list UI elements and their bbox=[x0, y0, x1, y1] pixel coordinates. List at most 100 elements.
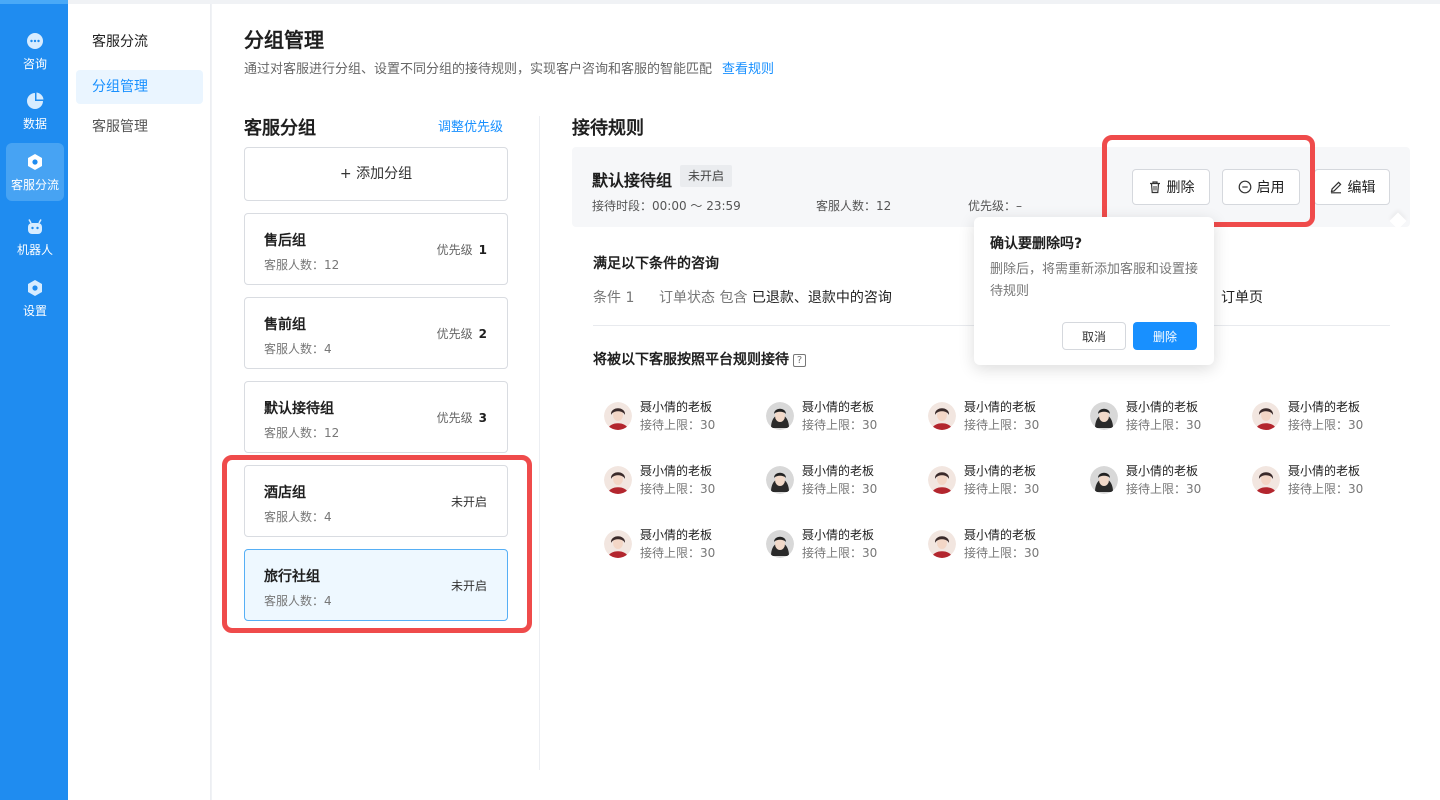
status-badge: 未开启 bbox=[680, 165, 733, 187]
agent-item: 聂小倩的老板 接待上限：30 bbox=[1090, 462, 1230, 502]
nav-label: 客服分流 bbox=[10, 177, 59, 192]
group-priority: 优先级 1 bbox=[437, 241, 487, 258]
rule-time: 接待时段：00:00 ～ 23:59 bbox=[592, 199, 741, 213]
group-count: 客服人数：12 bbox=[264, 258, 340, 272]
agent-item: 聂小倩的老板 接待上限：30 bbox=[604, 526, 744, 566]
agent-item: 聂小倩的老板 接待上限：30 bbox=[928, 398, 1068, 438]
edit-button-label: 编辑 bbox=[1347, 180, 1376, 196]
agent-name: 聂小倩的老板 bbox=[1126, 400, 1199, 414]
nav-item-consult[interactable]: 咨询 bbox=[6, 22, 64, 80]
group-count: 客服人数：4 bbox=[264, 342, 332, 356]
group-priority-label: 优先级 bbox=[436, 327, 473, 341]
nav-label: 咨询 bbox=[22, 56, 47, 71]
agent-name: 聂小倩的老板 bbox=[1288, 400, 1361, 414]
rules-title: 接待规则 bbox=[572, 118, 644, 139]
group-priority: 优先级 2 bbox=[437, 325, 487, 342]
nav-item-routing[interactable]: 客服分流 bbox=[6, 143, 64, 201]
adjust-priority-link[interactable]: 调整优先级 bbox=[438, 116, 503, 135]
agent-item: 聂小倩的老板 接待上限：30 bbox=[766, 462, 906, 502]
group-card-after-sales[interactable]: 售后组 客服人数：12 优先级 1 bbox=[244, 213, 508, 285]
rule-group-name: 默认接待组 bbox=[592, 171, 673, 190]
nav-item-data[interactable]: 数据 bbox=[6, 82, 64, 140]
agent-name: 聂小倩的老板 bbox=[802, 528, 875, 542]
agent-item: 聂小倩的老板 接待上限：30 bbox=[1252, 462, 1392, 502]
view-rules-link[interactable]: 查看规则 bbox=[722, 62, 774, 77]
agent-item: 聂小倩的老板 接待上限：30 bbox=[766, 526, 906, 566]
avatar bbox=[928, 402, 956, 430]
highlight-box-groups bbox=[222, 455, 532, 633]
group-name: 售前组 bbox=[264, 317, 306, 333]
agent-limit: 接待上限：30 bbox=[1126, 418, 1202, 432]
page-description-text: 通过对客服进行分组、设置不同分组的接待规则，实现客户咨询和客服的智能匹配 bbox=[244, 62, 713, 77]
nav-label: 机器人 bbox=[16, 242, 53, 257]
agent-name: 聂小倩的老板 bbox=[1126, 464, 1199, 478]
avatar bbox=[766, 530, 794, 558]
conditions-title: 满足以下条件的咨询 bbox=[593, 256, 719, 272]
column-divider bbox=[539, 116, 540, 770]
agent-item: 聂小倩的老板 接待上限：30 bbox=[766, 398, 906, 438]
condition-text: 订单状态 包含 已退款、退款中的咨询 bbox=[659, 287, 892, 307]
agent-item: 聂小倩的老板 接待上限：30 bbox=[1090, 398, 1230, 438]
condition-label: 条件 1 bbox=[593, 290, 635, 306]
group-card-default[interactable]: 默认接待组 客服人数：12 优先级 3 bbox=[244, 381, 508, 453]
group-priority: 优先级 3 bbox=[437, 409, 487, 426]
rule-agent-count: 客服人数：12 bbox=[816, 199, 892, 213]
popconfirm-cancel-button[interactable]: 取消 bbox=[1062, 322, 1126, 350]
agent-name: 聂小倩的老板 bbox=[1288, 464, 1361, 478]
popconfirm-confirm-button[interactable]: 删除 bbox=[1133, 322, 1197, 350]
avatar bbox=[1090, 402, 1118, 430]
condition-prefix: 订单状态 包含 bbox=[659, 290, 748, 306]
help-icon[interactable]: ? bbox=[793, 354, 806, 367]
group-priority-value: 2 bbox=[478, 327, 487, 341]
highlight-box-actions bbox=[1102, 135, 1315, 227]
agent-limit: 接待上限：30 bbox=[1126, 482, 1202, 496]
edit-button[interactable]: 编辑 bbox=[1314, 169, 1390, 205]
sub-nav-item-group-management[interactable]: 分组管理 bbox=[76, 70, 203, 104]
condition-value: 已退款、退款中的咨询 bbox=[751, 290, 892, 306]
avatar bbox=[1252, 402, 1280, 430]
chat-bubble-icon bbox=[25, 31, 45, 51]
avatar bbox=[928, 530, 956, 558]
icon-nav: 咨询 数据 客服分流 机器人 设置 bbox=[0, 0, 68, 800]
group-priority-label: 优先级 bbox=[436, 243, 473, 257]
agent-item: 聂小倩的老板 接待上限：30 bbox=[928, 526, 1068, 566]
delete-popconfirm: 确认要删除吗? 删除后，将需重新添加客服和设置接待规则 取消 删除 bbox=[974, 217, 1214, 365]
group-priority-label: 优先级 bbox=[436, 411, 473, 425]
groups-title: 客服分组 bbox=[244, 118, 316, 139]
condition-tail: 订单页 bbox=[1221, 290, 1263, 306]
group-count: 客服人数：12 bbox=[264, 426, 340, 440]
agent-limit: 接待上限：30 bbox=[640, 418, 716, 432]
group-card-pre-sales[interactable]: 售前组 客服人数：4 优先级 2 bbox=[244, 297, 508, 369]
agent-name: 聂小倩的老板 bbox=[964, 400, 1037, 414]
routing-icon bbox=[25, 152, 45, 172]
rule-priority: 优先级：– bbox=[968, 199, 1023, 213]
avatar bbox=[766, 402, 794, 430]
sub-nav-item-agent-management[interactable]: 客服管理 bbox=[76, 110, 203, 144]
agent-item: 聂小倩的老板 接待上限：30 bbox=[928, 462, 1068, 502]
agent-limit: 接待上限：30 bbox=[802, 482, 878, 496]
avatar bbox=[604, 530, 632, 558]
group-name: 默认接待组 bbox=[264, 401, 334, 417]
agent-name: 聂小倩的老板 bbox=[640, 528, 713, 542]
avatar bbox=[604, 466, 632, 494]
agent-limit: 接待上限：30 bbox=[964, 482, 1040, 496]
agent-name: 聂小倩的老板 bbox=[964, 464, 1037, 478]
avatar bbox=[928, 466, 956, 494]
robot-icon bbox=[25, 217, 45, 237]
agent-name: 聂小倩的老板 bbox=[640, 400, 713, 414]
agent-limit: 接待上限：30 bbox=[802, 546, 878, 560]
agent-name: 聂小倩的老板 bbox=[964, 528, 1037, 542]
nav-label: 数据 bbox=[22, 116, 47, 131]
group-priority-value: 1 bbox=[478, 243, 487, 257]
gear-icon bbox=[25, 278, 45, 298]
group-priority-value: 3 bbox=[478, 411, 487, 425]
agent-limit: 接待上限：30 bbox=[964, 546, 1040, 560]
nav-item-robot[interactable]: 机器人 bbox=[6, 208, 64, 266]
sub-nav-title: 客服分流 bbox=[92, 34, 148, 50]
add-group-button[interactable]: + 添加分组 bbox=[244, 147, 508, 201]
agent-limit: 接待上限：30 bbox=[640, 482, 716, 496]
nav-item-settings[interactable]: 设置 bbox=[6, 269, 64, 327]
page-description: 通过对客服进行分组、设置不同分组的接待规则，实现客户咨询和客服的智能匹配 查看规则 bbox=[244, 58, 774, 77]
agent-name: 聂小倩的老板 bbox=[802, 464, 875, 478]
agent-limit: 接待上限：30 bbox=[640, 546, 716, 560]
